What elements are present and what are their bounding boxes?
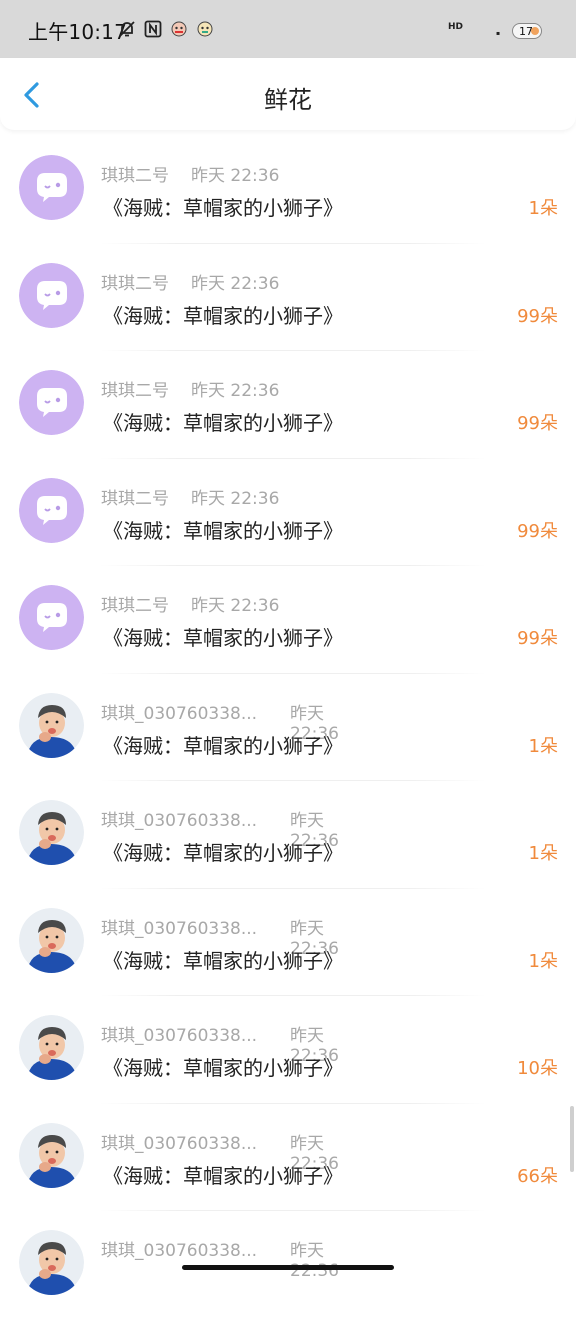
flower-count: 99朵 xyxy=(517,305,558,327)
sent-time: 昨天 22:36 xyxy=(191,166,280,186)
child-photo-avatar xyxy=(19,907,84,973)
list-item[interactable]: 琪琪_030760338... 昨天 22:36 《海贼：草帽家的小狮子》 1朵 xyxy=(0,889,576,996)
chat-bubble-avatar-icon xyxy=(19,585,84,650)
flower-count: 99朵 xyxy=(517,628,558,649)
flower-count: 1朵 xyxy=(528,735,558,757)
item-meta: 琪琪二号 昨天 22:36 xyxy=(101,376,291,401)
home-indicator[interactable] xyxy=(182,1265,394,1270)
page-title: 鲜花 xyxy=(264,86,312,114)
list-item[interactable]: 琪琪_030760338... 昨天 22:36 《海贼：草帽家的小狮子》 1朵 xyxy=(0,674,576,781)
sent-time: 昨天 22:36 xyxy=(191,596,280,616)
avatar[interactable] xyxy=(19,370,84,435)
item-meta: 琪琪_030760338... 昨天 22:36 xyxy=(101,1129,339,1174)
status-time: 上午10:17 xyxy=(28,20,128,44)
mute-bell-icon xyxy=(119,21,135,37)
flower-count: 1朵 xyxy=(528,950,558,972)
item-meta: 琪琪二号 昨天 22:36 xyxy=(101,591,291,616)
signal-icon: ▪ xyxy=(496,30,501,37)
child-photo-avatar xyxy=(19,692,84,758)
child-photo-avatar xyxy=(19,800,84,865)
book-title: 《海贼：草帽家的小狮子》 xyxy=(103,626,343,650)
item-meta: 琪琪_030760338... 昨天 22:36 xyxy=(101,699,339,744)
book-title: 《海贼：草帽家的小狮子》 xyxy=(103,303,343,328)
app-notification-icon-2 xyxy=(197,21,213,37)
nfc-icon xyxy=(144,20,162,38)
item-meta: 琪琪_030760338... 昨天 22:36 xyxy=(101,914,339,959)
item-meta: 琪琪二号 昨天 22:36 xyxy=(101,161,291,186)
item-meta: 琪琪_030760338... 昨天 22:36 xyxy=(101,1021,339,1066)
book-title: 《海贼：草帽家的小狮子》 xyxy=(103,1056,343,1080)
book-title: 《海贼：草帽家的小狮子》 xyxy=(103,733,343,758)
avatar[interactable] xyxy=(19,1230,84,1295)
avatar[interactable] xyxy=(19,1015,84,1080)
sent-time: 昨天 22:36 xyxy=(191,381,280,401)
list-item[interactable]: 琪琪二号 昨天 22:36 《海贼：草帽家的小狮子》 1朵 xyxy=(0,136,576,244)
header: 鲜花 xyxy=(0,58,576,130)
avatar[interactable] xyxy=(19,262,84,328)
avatar[interactable] xyxy=(19,907,84,973)
scrollbar[interactable] xyxy=(570,1106,574,1172)
book-title: 《海贼：草帽家的小狮子》 xyxy=(103,948,343,973)
avatar[interactable] xyxy=(19,585,84,650)
sent-time: 昨天 22:36 xyxy=(191,488,280,509)
book-title: 《海贼：草帽家的小狮子》 xyxy=(103,196,343,220)
flower-count: 99朵 xyxy=(517,520,558,542)
sender-name: 琪琪_030760338... xyxy=(101,811,258,831)
book-title: 《海贼：草帽家的小狮子》 xyxy=(103,1163,343,1188)
list-item[interactable]: 琪琪_030760338... 昨天 22:36 《海贼：草帽家的小狮子》 1朵 xyxy=(0,781,576,889)
list-item[interactable]: 琪琪二号 昨天 22:36 《海贼：草帽家的小狮子》 99朵 xyxy=(0,244,576,351)
list-item[interactable]: 琪琪_030760338... 昨天 22:36 《海贼：草帽家的小狮子》 10朵 xyxy=(0,996,576,1104)
sender-name: 琪琪_030760338... xyxy=(101,1026,258,1046)
app-notification-icon xyxy=(171,21,187,37)
child-photo-avatar xyxy=(19,1122,84,1188)
item-meta: 琪琪二号 昨天 22:36 xyxy=(101,269,291,294)
book-title: 《海贼：草帽家的小狮子》 xyxy=(103,518,343,543)
child-photo-avatar xyxy=(19,1230,84,1295)
chat-bubble-avatar-icon xyxy=(19,477,84,543)
sent-time: 昨天 22:36 xyxy=(191,273,280,294)
status-bar: 上午10:17 HD ▪ 17 xyxy=(0,0,576,58)
flower-count: 99朵 xyxy=(517,413,558,434)
status-icons-left xyxy=(118,20,214,38)
network-hd-indicator: HD xyxy=(448,22,464,32)
item-meta: 琪琪二号 昨天 22:36 xyxy=(101,484,291,509)
book-title: 《海贼：草帽家的小狮子》 xyxy=(103,411,343,435)
sender-name: 琪琪_030760338... xyxy=(101,1241,258,1261)
sender-name: 琪琪_030760338... xyxy=(101,1133,258,1154)
sent-time: 昨天 22:36 xyxy=(290,1241,339,1281)
item-meta: 琪琪_030760338... 昨天 22:36 xyxy=(101,806,339,851)
chat-bubble-avatar-icon xyxy=(19,155,84,220)
avatar[interactable] xyxy=(19,155,84,220)
sender-name: 琪琪_030760338... xyxy=(101,703,258,724)
flower-count: 66朵 xyxy=(517,1165,558,1187)
battery-icon: 17 xyxy=(512,23,542,39)
item-meta: 琪琪_030760338... 昨天 22:36 xyxy=(101,1236,339,1281)
avatar[interactable] xyxy=(19,800,84,865)
list-item[interactable]: 琪琪二号 昨天 22:36 《海贼：草帽家的小狮子》 99朵 xyxy=(0,459,576,566)
flower-count: 10朵 xyxy=(517,1058,558,1079)
avatar[interactable] xyxy=(19,477,84,543)
sender-name: 琪琪_030760338... xyxy=(101,918,258,939)
chat-bubble-avatar-icon xyxy=(19,370,84,435)
child-photo-avatar xyxy=(19,1015,84,1080)
flower-count: 1朵 xyxy=(528,843,558,864)
book-title: 《海贼：草帽家的小狮子》 xyxy=(103,841,343,865)
chat-bubble-avatar-icon xyxy=(19,262,84,328)
flower-count: 1朵 xyxy=(528,198,558,219)
list-item[interactable]: 琪琪_030760338... 昨天 22:36 《海贼：草帽家的小狮子》 66朵 xyxy=(0,1104,576,1211)
list-item[interactable]: 琪琪二号 昨天 22:36 《海贼：草帽家的小狮子》 99朵 xyxy=(0,351,576,459)
list-item[interactable]: 琪琪二号 昨天 22:36 《海贼：草帽家的小狮子》 99朵 xyxy=(0,566,576,674)
avatar[interactable] xyxy=(19,1122,84,1188)
avatar[interactable] xyxy=(19,692,84,758)
flower-gift-list: 琪琪二号 昨天 22:36 《海贼：草帽家的小狮子》 1朵 琪琪二号 昨天 22:3… xyxy=(0,136,576,1319)
